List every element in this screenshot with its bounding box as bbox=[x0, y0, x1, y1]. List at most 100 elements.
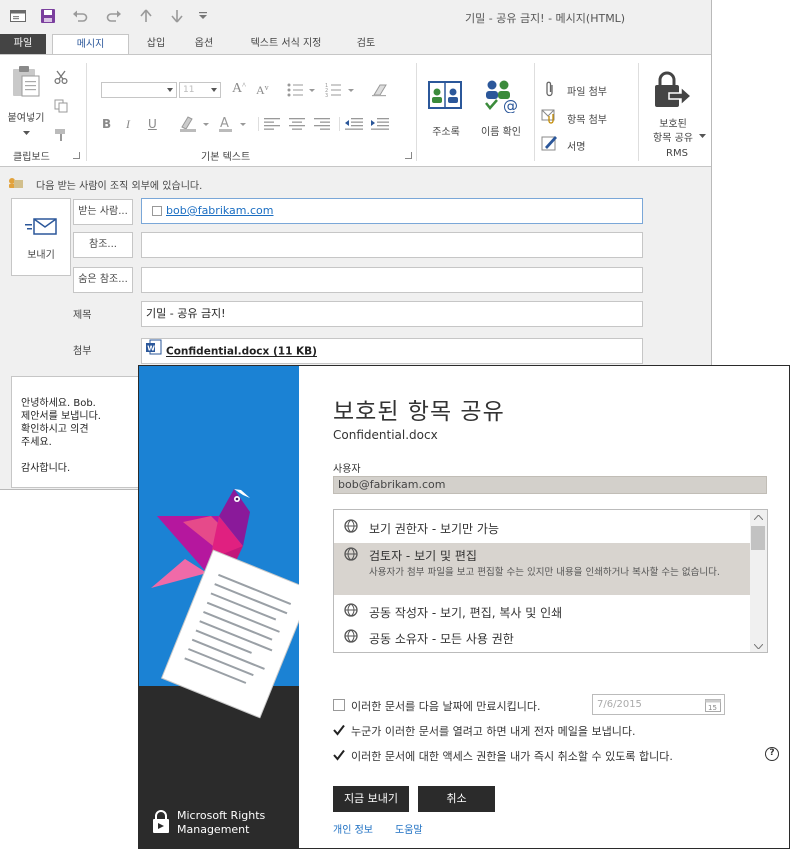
subject-label: 제목 bbox=[73, 310, 92, 321]
tab-format-text[interactable]: 텍스트 서식 지정 bbox=[238, 34, 334, 55]
to-recipient[interactable]: bob@fabrikam.com bbox=[166, 204, 274, 217]
save-icon[interactable] bbox=[38, 6, 58, 26]
address-book-icon[interactable] bbox=[426, 79, 464, 113]
paste-button[interactable]: 붙여넣기 bbox=[6, 109, 46, 124]
to-button[interactable]: 받는 사람... bbox=[73, 199, 133, 225]
notify-checkbox[interactable] bbox=[333, 724, 345, 736]
undo-icon[interactable] bbox=[70, 6, 90, 26]
paste-dropdown-icon[interactable] bbox=[21, 129, 31, 137]
scrollbar-thumb[interactable] bbox=[751, 526, 765, 550]
font-size-combo[interactable]: 11 bbox=[179, 82, 221, 98]
increase-indent-icon[interactable] bbox=[370, 117, 390, 131]
expire-date-field[interactable]: 7/6/2015 15 bbox=[592, 694, 725, 715]
send-button[interactable]: 보내기 bbox=[11, 198, 71, 276]
permission-item-viewer[interactable]: 보기 권한자 - 보기만 가능 bbox=[334, 510, 750, 540]
attachment-field[interactable]: W Confidential.docx (11 KB) bbox=[141, 338, 643, 364]
protected-share-line2[interactable]: 항목 공유 bbox=[646, 129, 700, 144]
permission-item-coowner[interactable]: 공동 소유자 - 모든 사용 권한 bbox=[334, 624, 750, 650]
message-window-icon bbox=[8, 6, 28, 26]
users-label: 사용자 bbox=[333, 464, 361, 475]
protected-share-icon[interactable] bbox=[651, 71, 693, 111]
shrink-font-icon[interactable]: Av bbox=[256, 83, 269, 98]
chevron-down-icon[interactable] bbox=[753, 642, 763, 650]
ribbon-separator bbox=[258, 117, 259, 131]
copy-icon[interactable] bbox=[53, 98, 69, 114]
italic-icon[interactable]: I bbox=[126, 117, 130, 132]
permission-description: 사용자가 첨부 파일을 보고 편집할 수는 있지만 내용을 인쇄하거나 복사할 … bbox=[369, 567, 720, 578]
word-document-icon: W bbox=[146, 339, 162, 364]
basic-text-launcher-icon[interactable] bbox=[405, 152, 412, 159]
chevron-down-icon[interactable] bbox=[698, 133, 706, 139]
help-icon[interactable]: ? bbox=[765, 747, 779, 761]
check-names-icon[interactable]: @ bbox=[482, 77, 520, 113]
permission-item-coauthor[interactable]: 공동 작성자 - 보기, 편집, 복사 및 인쇄 bbox=[334, 598, 750, 624]
tab-review[interactable]: 검토 bbox=[348, 34, 384, 55]
info-bar: 다음 받는 사람이 조직 외부에 있습니다. bbox=[0, 174, 711, 192]
revoke-checkbox[interactable] bbox=[333, 749, 345, 761]
basic-text-group-label: 기본 텍스트 bbox=[201, 152, 251, 163]
help-link[interactable]: 도움말 bbox=[395, 821, 423, 836]
calendar-icon[interactable]: 15 bbox=[705, 697, 721, 712]
message-body[interactable]: 안녕하세요. Bob. 제안서를 보냅니다. 확인하시고 의견 주세요. 감사합… bbox=[11, 376, 141, 488]
redo-icon[interactable] bbox=[104, 6, 124, 26]
address-book-button[interactable]: 주소록 bbox=[424, 123, 468, 138]
tab-insert[interactable]: 삽입 bbox=[138, 34, 174, 55]
chevron-up-icon[interactable] bbox=[753, 513, 763, 521]
dialog-filename: Confidential.docx bbox=[333, 428, 438, 442]
signature-button[interactable]: 서명 bbox=[567, 138, 585, 153]
bold-icon[interactable]: B bbox=[102, 117, 111, 131]
subject-field[interactable]: 기밀 - 공유 금지! bbox=[141, 301, 643, 327]
tab-file[interactable]: 파일 bbox=[0, 34, 46, 55]
privacy-link[interactable]: 개인 정보 bbox=[333, 821, 373, 836]
font-color-icon[interactable]: A bbox=[218, 115, 250, 133]
attachment-link[interactable]: Confidential.docx (11 KB) bbox=[166, 346, 317, 358]
next-item-icon[interactable] bbox=[167, 6, 187, 26]
font-name-combo[interactable] bbox=[101, 82, 177, 98]
cancel-button[interactable]: 취소 bbox=[418, 786, 495, 812]
expire-label: 이러한 문서를 다음 날짜에 만료시킵니다. bbox=[351, 700, 541, 713]
align-center-icon[interactable] bbox=[288, 117, 306, 131]
check-names-button[interactable]: 이름 확인 bbox=[474, 123, 528, 138]
cc-field[interactable] bbox=[141, 232, 643, 258]
underline-icon[interactable]: U bbox=[148, 117, 157, 131]
numbering-icon[interactable]: 123 bbox=[325, 82, 357, 98]
highlight-icon[interactable] bbox=[178, 115, 212, 133]
bullets-icon[interactable] bbox=[287, 82, 317, 98]
protected-share-line1[interactable]: 보호된 bbox=[646, 115, 700, 130]
cc-button[interactable]: 참조... bbox=[73, 232, 133, 258]
permission-scrollbar[interactable] bbox=[750, 510, 767, 652]
paste-icon[interactable] bbox=[8, 63, 42, 99]
svg-text:@: @ bbox=[503, 97, 518, 113]
permission-list[interactable]: 보기 권한자 - 보기만 가능 검토자 - 보기 및 편집 사용자가 첨부 파일… bbox=[333, 509, 768, 653]
align-left-icon[interactable] bbox=[263, 117, 281, 131]
clear-formatting-icon[interactable] bbox=[370, 82, 390, 98]
customize-qat-icon[interactable] bbox=[196, 6, 210, 26]
users-field[interactable]: bob@fabrikam.com bbox=[333, 476, 767, 494]
bcc-field[interactable] bbox=[141, 267, 643, 293]
external-recipient-icon bbox=[8, 177, 24, 189]
to-field[interactable]: bob@fabrikam.com bbox=[141, 198, 643, 224]
rms-logo-icon bbox=[151, 809, 171, 835]
send-now-button[interactable]: 지금 보내기 bbox=[333, 786, 409, 812]
cut-icon[interactable] bbox=[53, 69, 69, 85]
attach-item-icon bbox=[541, 108, 559, 124]
tab-options[interactable]: 옵션 bbox=[186, 34, 222, 55]
ribbon-separator bbox=[534, 63, 535, 161]
signature-icon bbox=[541, 135, 559, 151]
align-right-icon[interactable] bbox=[313, 117, 331, 131]
decrease-indent-icon[interactable] bbox=[344, 117, 364, 131]
attach-item-button[interactable]: 항목 첨부 bbox=[567, 111, 607, 126]
svg-text:W: W bbox=[147, 345, 155, 353]
tab-message[interactable]: 메시지 bbox=[52, 34, 129, 55]
send-label: 보내기 bbox=[27, 250, 55, 261]
permission-item-reviewer[interactable]: 검토자 - 보기 및 편집 사용자가 첨부 파일을 보고 편집할 수는 있지만 … bbox=[334, 543, 750, 595]
previous-item-icon[interactable] bbox=[136, 6, 156, 26]
grow-font-icon[interactable]: A^ bbox=[232, 81, 246, 97]
font-size-value: 11 bbox=[183, 85, 195, 95]
format-painter-icon[interactable] bbox=[53, 127, 69, 143]
expire-checkbox[interactable] bbox=[333, 699, 345, 711]
dialog-content: 보호된 항목 공유 Confidential.docx 사용자 bob@fabr… bbox=[299, 366, 789, 848]
bcc-button[interactable]: 숨은 참조... bbox=[73, 267, 133, 293]
clipboard-launcher-icon[interactable] bbox=[73, 152, 80, 159]
attach-file-button[interactable]: 파일 첨부 bbox=[567, 83, 607, 98]
